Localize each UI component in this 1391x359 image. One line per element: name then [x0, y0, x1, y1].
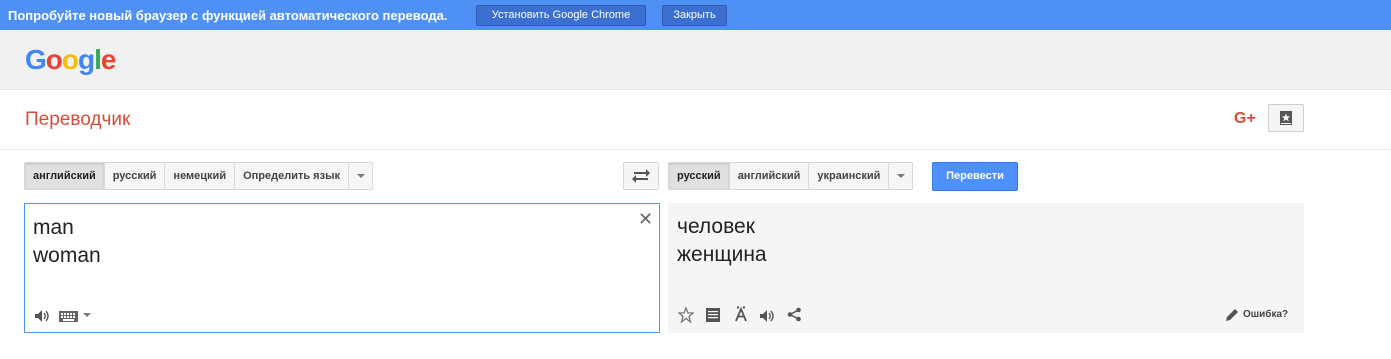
- header: Google: [0, 30, 1391, 90]
- report-error-link[interactable]: Ошибка?: [1243, 309, 1288, 320]
- result-text: человек женщина: [677, 215, 767, 266]
- speaker-icon[interactable]: [759, 309, 775, 323]
- close-promo-button[interactable]: Закрыть: [662, 5, 727, 26]
- translate-button[interactable]: Перевести: [932, 162, 1018, 191]
- page-title[interactable]: Переводчик: [25, 109, 130, 131]
- source-textarea[interactable]: man woman ✕: [24, 203, 660, 333]
- swap-languages-button[interactable]: [623, 162, 659, 190]
- source-language-bar: английский русский немецкий Определить я…: [24, 162, 373, 190]
- list-icon[interactable]: [706, 308, 720, 322]
- target-lang-dropdown[interactable]: [889, 163, 912, 189]
- gplus-icon[interactable]: G+: [1234, 110, 1256, 128]
- source-text[interactable]: man woman: [33, 214, 101, 270]
- source-lang-english[interactable]: английский: [25, 163, 105, 189]
- font-icon[interactable]: [734, 306, 748, 322]
- target-lang-english[interactable]: английский: [730, 163, 810, 189]
- target-lang-ukrainian[interactable]: украинский: [809, 163, 890, 189]
- phrasebook-button[interactable]: [1268, 104, 1304, 132]
- chrome-promo-bar: Попробуйте новый браузер с функцией авто…: [0, 0, 1391, 30]
- share-icon[interactable]: [787, 307, 802, 322]
- source-lang-detect[interactable]: Определить язык: [235, 163, 349, 189]
- pencil-icon[interactable]: [1225, 308, 1239, 322]
- target-lang-russian[interactable]: русский: [669, 163, 730, 189]
- clear-text-button[interactable]: ✕: [638, 209, 653, 230]
- divider: [0, 149, 1391, 150]
- swap-icon: [632, 169, 650, 183]
- chevron-down-icon[interactable]: [83, 313, 91, 318]
- keyboard-icon[interactable]: [59, 311, 78, 322]
- result-box: человек женщина Ошибка?: [668, 203, 1304, 333]
- star-icon[interactable]: [678, 307, 694, 323]
- target-language-bar: русский английский украинский: [668, 162, 914, 190]
- source-lang-russian[interactable]: русский: [105, 163, 166, 189]
- google-logo[interactable]: Google: [25, 44, 116, 76]
- promo-text: Попробуйте новый браузер с функцией авто…: [8, 8, 448, 23]
- source-lang-german[interactable]: немецкий: [165, 163, 236, 189]
- speaker-icon[interactable]: [34, 309, 50, 323]
- install-chrome-button[interactable]: Установить Google Chrome: [476, 5, 646, 26]
- phrasebook-icon: [1280, 111, 1292, 125]
- source-lang-dropdown[interactable]: [349, 163, 372, 189]
